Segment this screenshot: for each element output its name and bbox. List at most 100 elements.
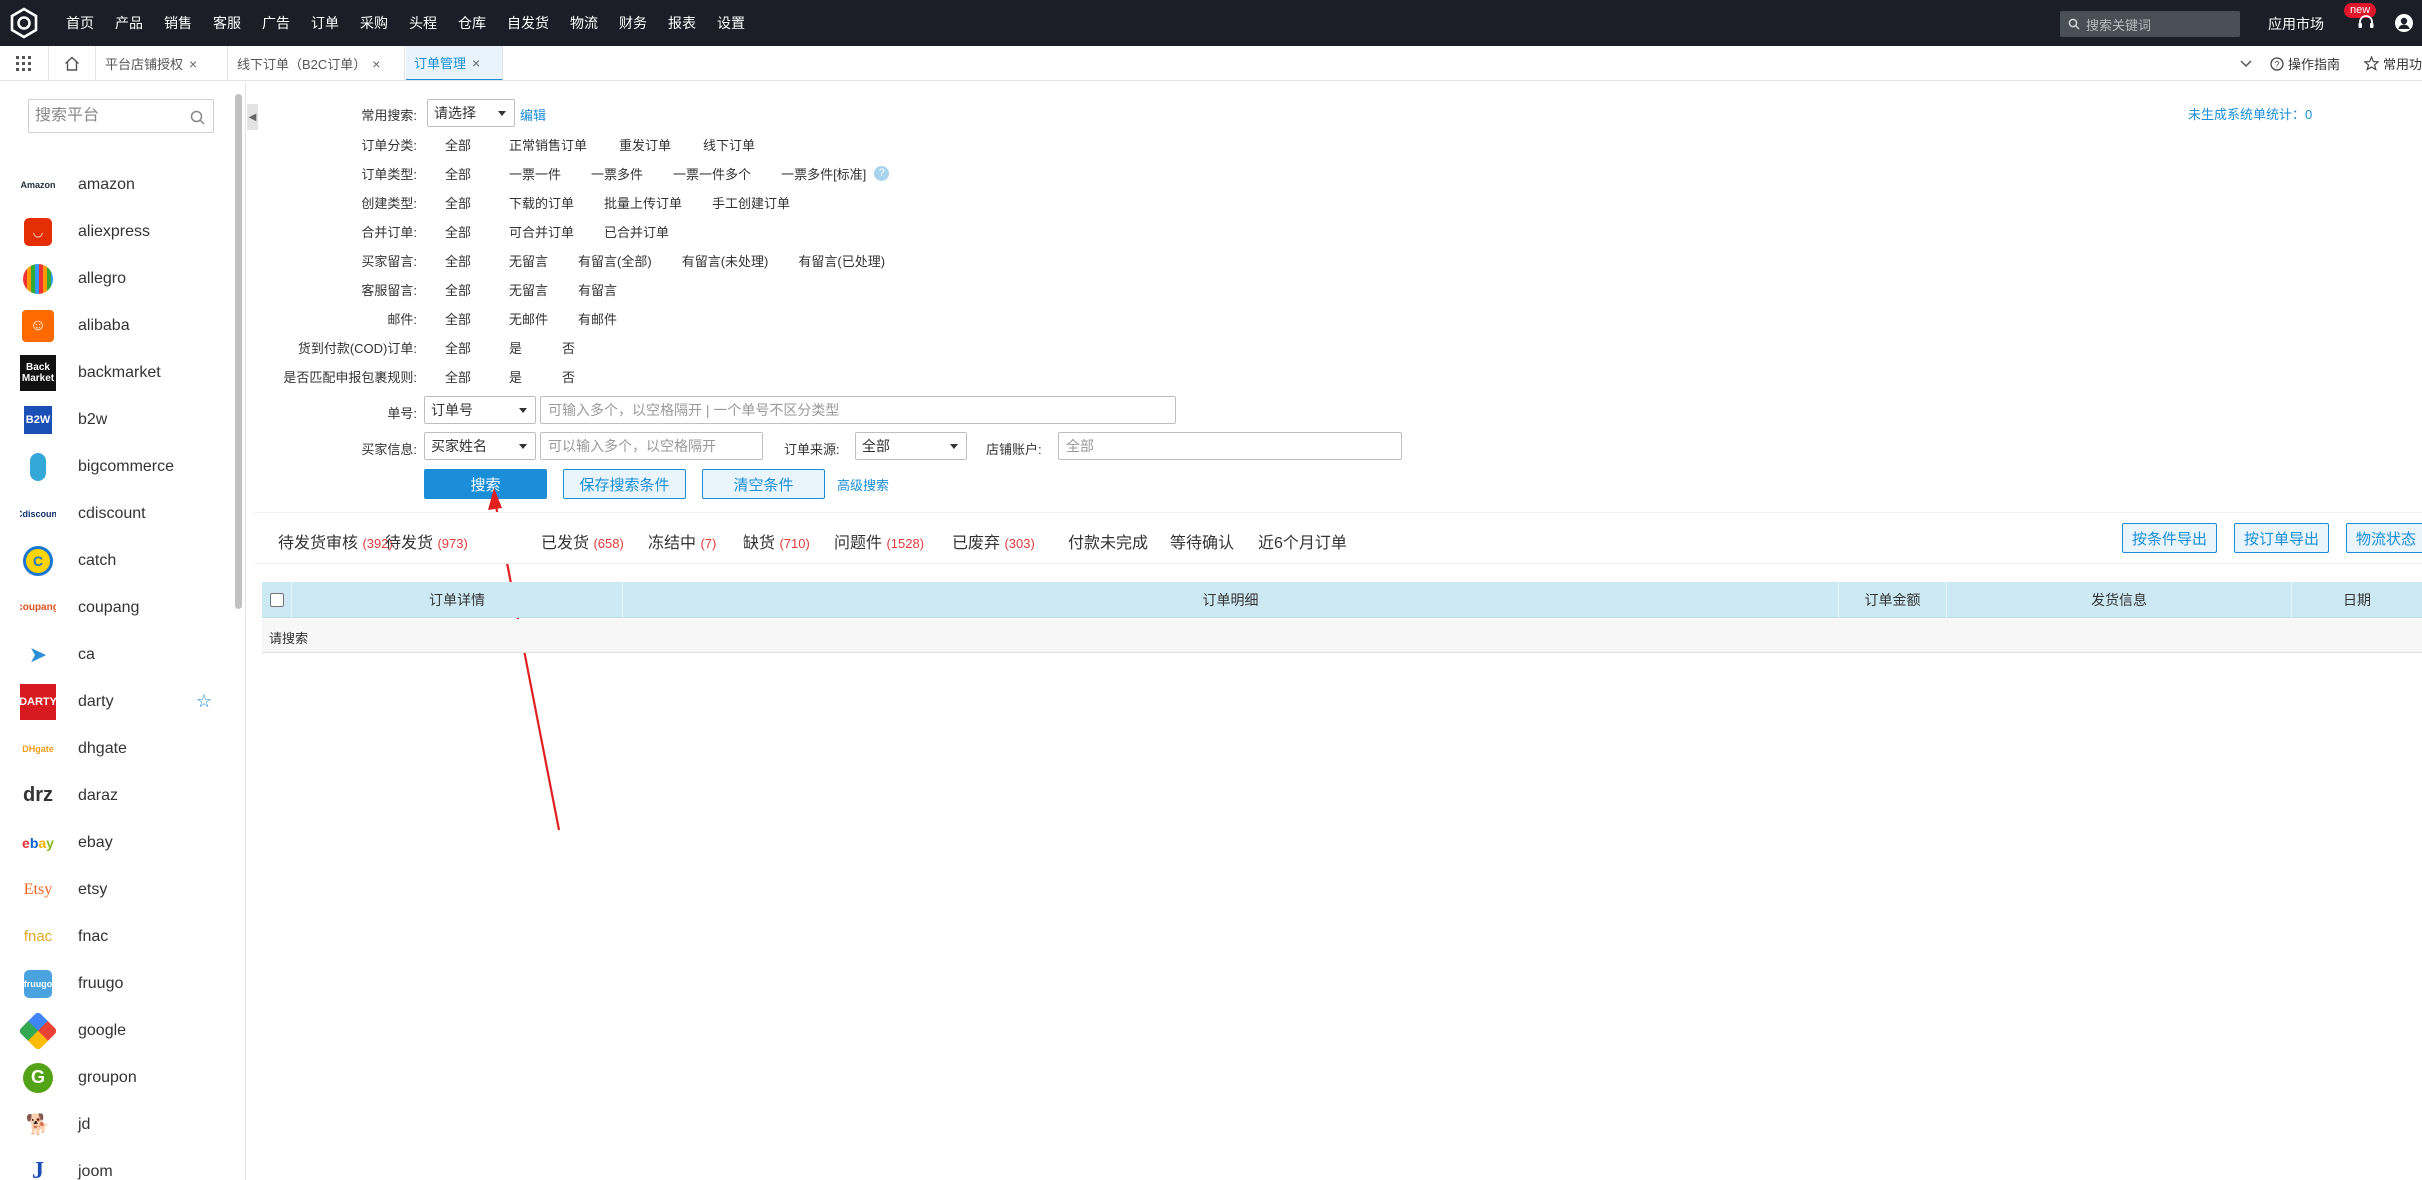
status-tab-pending-ship[interactable]: 待发货 (973): [385, 529, 468, 553]
platform-item-etsy[interactable]: Etsy etsy: [0, 866, 232, 913]
nav-orders[interactable]: 订单: [311, 13, 339, 33]
platform-item-google[interactable]: google: [0, 1007, 232, 1054]
nav-logistics[interactable]: 物流: [570, 13, 598, 33]
user-icon[interactable]: [2394, 13, 2414, 33]
status-tab-out-of-stock[interactable]: 缺货 (710): [743, 529, 810, 553]
filter-option[interactable]: 有留言(全部): [578, 251, 652, 270]
close-icon[interactable]: ×: [372, 56, 380, 72]
filter-option[interactable]: 可合并订单: [509, 222, 574, 241]
platform-item-allegro[interactable]: allegro: [0, 255, 232, 302]
close-icon[interactable]: ×: [189, 56, 197, 72]
platform-item-coupang[interactable]: coupang coupang: [0, 584, 232, 631]
platform-search-input[interactable]: [35, 107, 185, 125]
common-functions-link[interactable]: 常用功: [2364, 46, 2422, 80]
platform-item-bigcommerce[interactable]: bigcommerce: [0, 443, 232, 490]
platform-item-dhgate[interactable]: DHgate dhgate: [0, 725, 232, 772]
filter-option[interactable]: 是: [509, 367, 522, 386]
tab-platform-auth[interactable]: 平台店铺授权 ×: [97, 46, 228, 80]
tab-home[interactable]: [48, 46, 96, 80]
save-search-button[interactable]: 保存搜索条件: [563, 469, 686, 499]
nav-home[interactable]: 首页: [66, 13, 94, 33]
filter-option[interactable]: 无留言: [509, 280, 548, 299]
platform-item-fruugo[interactable]: fruugo fruugo: [0, 960, 232, 1007]
nav-self-ship[interactable]: 自发货: [507, 13, 549, 33]
unsynced-order-stat[interactable]: 未生成系统单统计：0: [2188, 104, 2312, 123]
filter-option[interactable]: 一票一件: [509, 164, 561, 183]
favorite-star-icon[interactable]: ☆: [196, 691, 212, 712]
platform-item-aliexpress[interactable]: ◡ aliexpress: [0, 208, 232, 255]
status-tab-problem[interactable]: 问题件 (1528): [834, 529, 924, 553]
filter-option[interactable]: 有留言: [578, 280, 617, 299]
platform-item-ebay[interactable]: ebay ebay: [0, 819, 232, 866]
export-by-order-button[interactable]: 按订单导出: [2234, 523, 2330, 553]
platform-item-alibaba[interactable]: ☺ alibaba: [0, 302, 232, 349]
status-tab-frozen[interactable]: 冻结中 (7): [648, 529, 716, 553]
platform-item-jd[interactable]: 🐕 jd: [0, 1101, 232, 1148]
filter-option[interactable]: 有邮件: [578, 309, 617, 328]
filter-option[interactable]: 无留言: [509, 251, 548, 270]
edit-link[interactable]: 编辑: [520, 105, 546, 124]
nav-customer-service[interactable]: 客服: [213, 13, 241, 33]
common-search-select[interactable]: 请选择: [427, 99, 515, 127]
platform-item-catch[interactable]: C catch: [0, 537, 232, 584]
filter-option[interactable]: 下载的订单: [509, 193, 574, 212]
filter-option[interactable]: 一票一件多个: [673, 164, 751, 183]
advanced-search-link[interactable]: 高级搜索: [837, 475, 889, 494]
app-logo-icon[interactable]: [8, 7, 40, 39]
nav-purchase[interactable]: 采购: [360, 13, 388, 33]
filter-option[interactable]: 一票多件[标准]: [781, 164, 866, 183]
guide-link[interactable]: ? 操作指南: [2270, 46, 2340, 80]
filter-option[interactable]: 全部: [445, 338, 471, 357]
grid-menu-icon[interactable]: [16, 56, 31, 71]
platform-item-amazon[interactable]: Amazon amazon: [0, 161, 232, 208]
platform-item-backmarket[interactable]: Back Market backmarket: [0, 349, 232, 396]
close-icon[interactable]: ×: [472, 55, 480, 71]
nav-reports[interactable]: 报表: [668, 13, 696, 33]
app-market-link[interactable]: 应用市场: [2268, 14, 2324, 34]
buyer-info-input[interactable]: [540, 432, 763, 460]
platform-item-daraz[interactable]: drz daraz: [0, 772, 232, 819]
nav-settings[interactable]: 设置: [717, 13, 745, 33]
platform-item-ca[interactable]: ➤ ca: [0, 631, 232, 678]
sidebar-scrollbar[interactable]: [235, 94, 242, 609]
platform-item-darty[interactable]: DARTY darty ☆: [0, 678, 232, 725]
status-tab-payment-incomplete[interactable]: 付款未完成: [1068, 529, 1148, 553]
select-all-checkbox[interactable]: [269, 593, 284, 607]
order-number-type-select[interactable]: 订单号: [424, 396, 536, 424]
clear-conditions-button[interactable]: 清空条件: [702, 469, 825, 499]
filter-option[interactable]: 手工创建订单: [712, 193, 790, 212]
platform-item-cdiscount[interactable]: Cdiscount cdiscount: [0, 490, 232, 537]
status-tab-awaiting-confirmation[interactable]: 等待确认: [1170, 529, 1234, 553]
tab-offline-orders[interactable]: 线下订单（B2C订单） ×: [229, 46, 405, 80]
filter-option[interactable]: 全部: [445, 222, 471, 241]
help-circle-icon[interactable]: ?: [874, 166, 890, 181]
filter-option[interactable]: 一票多件: [591, 164, 643, 183]
logistics-status-button[interactable]: 物流状态: [2346, 523, 2422, 553]
nav-sales[interactable]: 销售: [164, 13, 192, 33]
status-tab-shipped[interactable]: 已发货 (658): [541, 529, 624, 553]
tabs-dropdown[interactable]: [2240, 46, 2252, 80]
nav-warehouse[interactable]: 仓库: [458, 13, 486, 33]
filter-option[interactable]: 重发订单: [619, 135, 671, 154]
nav-first-leg[interactable]: 头程: [409, 13, 437, 33]
filter-option[interactable]: 全部: [445, 367, 471, 386]
order-number-input[interactable]: [540, 396, 1176, 424]
filter-option[interactable]: 否: [562, 338, 575, 357]
filter-option[interactable]: 正常销售订单: [509, 135, 587, 154]
filter-option[interactable]: 有留言(未处理): [682, 251, 769, 270]
filter-option[interactable]: 已合并订单: [604, 222, 669, 241]
tab-order-management[interactable]: 订单管理 ×: [406, 46, 503, 80]
headset-icon[interactable]: [2356, 13, 2376, 33]
filter-option[interactable]: 全部: [445, 164, 471, 183]
nav-products[interactable]: 产品: [115, 13, 143, 33]
status-tab-pending-review[interactable]: 待发货审核 (392): [278, 529, 393, 553]
filter-option[interactable]: 全部: [445, 280, 471, 299]
filter-option[interactable]: 有留言(已处理): [798, 251, 885, 270]
platform-item-fnac[interactable]: fnac fnac: [0, 913, 232, 960]
filter-option[interactable]: 是: [509, 338, 522, 357]
filter-option[interactable]: 全部: [445, 309, 471, 328]
platform-item-groupon[interactable]: G groupon: [0, 1054, 232, 1101]
status-tab-discarded[interactable]: 已废弃 (303): [952, 529, 1035, 553]
filter-option[interactable]: 全部: [445, 135, 471, 154]
top-search-input[interactable]: 搜索关键词: [2060, 11, 2240, 37]
